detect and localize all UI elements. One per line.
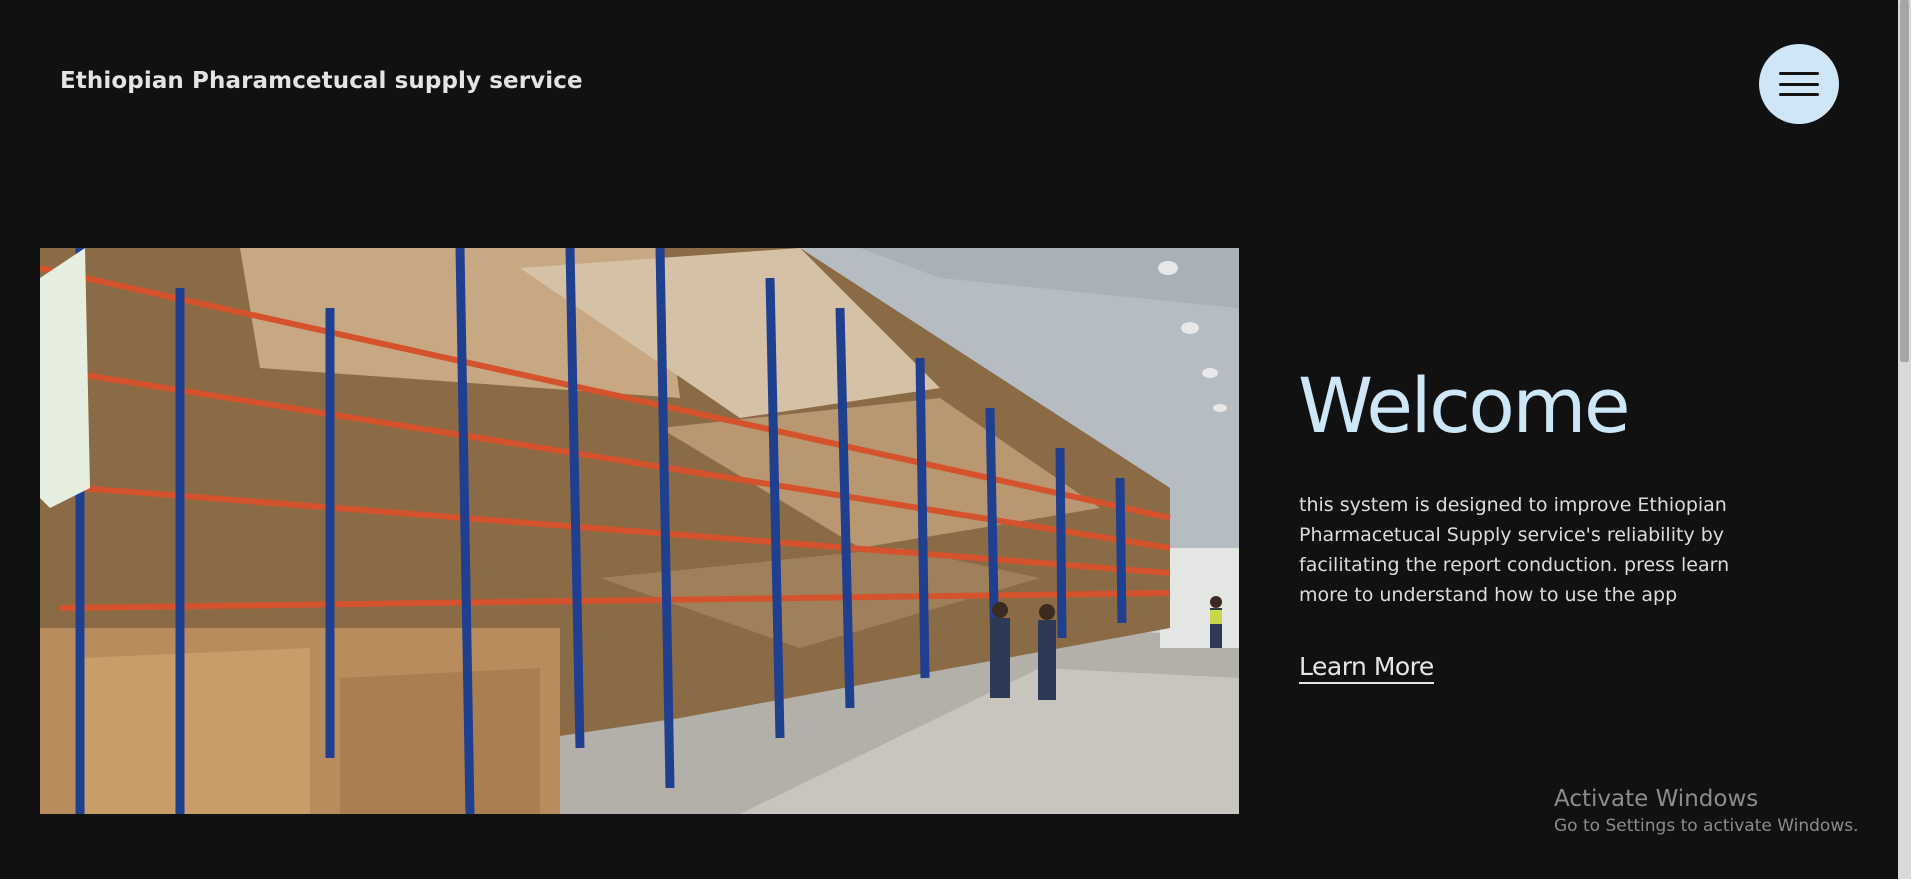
hero-description: this system is designed to improve Ethio…: [1299, 494, 1730, 606]
warehouse-shelves-image: [40, 248, 1239, 814]
activate-windows-subtitle: Go to Settings to activate Windows.: [1554, 816, 1859, 836]
activate-windows-title: Activate Windows: [1554, 786, 1759, 812]
learn-more-link[interactable]: Learn More: [1299, 652, 1434, 684]
page: Ethiopian Pharamcetucal supply service W…: [0, 0, 1911, 879]
hamburger-menu-icon: [1779, 72, 1819, 96]
menu-button[interactable]: [1759, 44, 1839, 124]
scrollbar-thumb[interactable]: [1900, 0, 1909, 362]
activate-windows-watermark: Activate Windows Go to Settings to activ…: [1554, 786, 1859, 836]
vertical-scrollbar[interactable]: [1898, 0, 1911, 879]
welcome-heading: Welcome: [1298, 361, 1631, 450]
brand-title[interactable]: Ethiopian Pharamcetucal supply service: [60, 68, 583, 94]
